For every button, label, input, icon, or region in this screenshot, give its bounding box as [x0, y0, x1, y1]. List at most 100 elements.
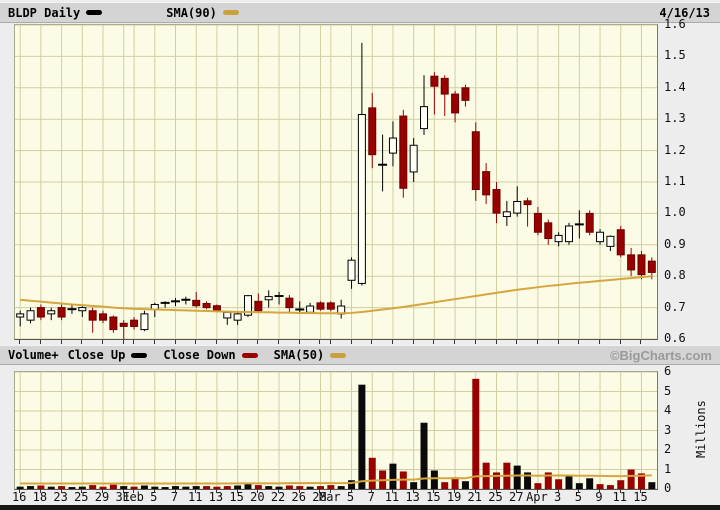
candle	[544, 222, 553, 240]
candle	[564, 225, 573, 243]
candle	[513, 200, 522, 214]
axis-tick	[215, 489, 217, 493]
close-down-swatch-icon	[241, 352, 258, 358]
axis-tick	[474, 340, 476, 344]
volume-bar	[99, 486, 107, 489]
axis-tick	[60, 489, 62, 493]
volume-label: Volume+	[8, 348, 59, 362]
volume-bar	[172, 486, 179, 489]
price-tick-label: 1.0	[664, 205, 686, 220]
volume-bar	[410, 482, 418, 489]
candle	[347, 259, 356, 281]
axis-tick	[495, 489, 497, 493]
candle	[616, 229, 625, 256]
axis-tick	[391, 340, 393, 344]
volume-bar	[316, 486, 324, 489]
axis-tick	[578, 340, 580, 344]
axis-tick	[19, 489, 21, 493]
axis-tick	[640, 340, 642, 344]
axis-tick	[557, 340, 559, 344]
axis-tick	[433, 340, 435, 344]
volume-bar	[192, 486, 200, 489]
price-tick-label: 0.7	[664, 299, 686, 314]
axis-tick	[495, 340, 497, 344]
candle	[502, 211, 511, 218]
candle	[637, 254, 646, 276]
candle	[399, 115, 408, 189]
axis-tick	[122, 340, 124, 344]
candle	[254, 300, 263, 312]
candle	[285, 297, 294, 309]
volume-bar	[265, 486, 273, 489]
axis-tick	[174, 489, 176, 493]
price-tick-label: 0.8	[664, 268, 686, 283]
axis-tick	[195, 340, 197, 344]
volume-bar	[223, 486, 231, 489]
candle	[430, 75, 439, 87]
volume-bar	[441, 482, 449, 489]
candle	[523, 200, 532, 206]
axis-tick	[454, 489, 456, 493]
volume-bar	[244, 484, 252, 489]
price-tick-label: 0.9	[664, 236, 686, 251]
volume-bar	[285, 485, 293, 489]
sma90-label: SMA(90)	[166, 5, 217, 20]
price-tick-label: 1.5	[664, 48, 686, 63]
axis-tick	[215, 340, 217, 344]
volume-bar	[16, 486, 24, 489]
volume-bar	[254, 485, 262, 489]
close-up-swatch-icon	[131, 352, 148, 358]
volume-bar	[565, 476, 573, 489]
price-series-swatch-icon	[86, 10, 103, 15]
axis-tick	[391, 489, 393, 493]
bottom-border	[0, 505, 720, 510]
axis-tick	[60, 340, 62, 344]
axis-tick	[412, 340, 414, 344]
price-tick-label: 1.1	[664, 174, 686, 188]
volume-bar	[306, 486, 314, 489]
axis-tick	[257, 340, 259, 344]
axis-tick	[236, 340, 238, 344]
volume-bar	[586, 478, 594, 489]
volume-legend-bar: Volume+ Close Up Close Down SMA(50) ©Big…	[0, 345, 720, 365]
price-legend-bar: BLDP Daily SMA(90) 4/16/13	[0, 2, 720, 23]
volume-bar	[627, 469, 635, 489]
candle	[627, 254, 636, 271]
candle	[596, 231, 605, 243]
axis-tick	[278, 489, 280, 493]
axis-tick	[298, 489, 300, 493]
axis-tick	[329, 340, 331, 344]
volume-axis-unit-label: Millions	[694, 400, 708, 459]
axis-tick	[39, 489, 41, 493]
bigcharts-watermark: ©BigCharts.com	[609, 347, 712, 363]
candle	[192, 299, 201, 307]
axis-tick	[153, 340, 155, 344]
volume-bar	[534, 483, 542, 489]
candle	[533, 212, 542, 233]
volume-bar	[203, 486, 211, 489]
candle	[316, 302, 325, 310]
axis-tick	[278, 340, 280, 344]
volume-bar	[358, 384, 366, 489]
volume-bar	[472, 378, 480, 489]
close-down-label: Close Down	[163, 348, 236, 362]
volume-bar	[513, 465, 521, 489]
axis-tick	[516, 340, 518, 344]
volume-bar	[296, 486, 304, 489]
candle	[109, 316, 118, 331]
candle	[57, 307, 66, 318]
axis-tick	[298, 340, 300, 344]
volume-bar-chart	[15, 372, 657, 489]
volume-bar	[575, 483, 583, 489]
candle	[554, 234, 563, 243]
axis-tick	[102, 489, 104, 493]
volume-bar	[430, 470, 438, 489]
volume-bar	[140, 485, 148, 489]
volume-bar	[461, 481, 469, 489]
axis-tick	[371, 340, 373, 344]
candle	[119, 322, 128, 327]
volume-bar	[617, 480, 625, 489]
price-tick-label: 1.4	[664, 79, 686, 94]
volume-bar	[555, 479, 563, 489]
axis-tick	[236, 489, 238, 493]
